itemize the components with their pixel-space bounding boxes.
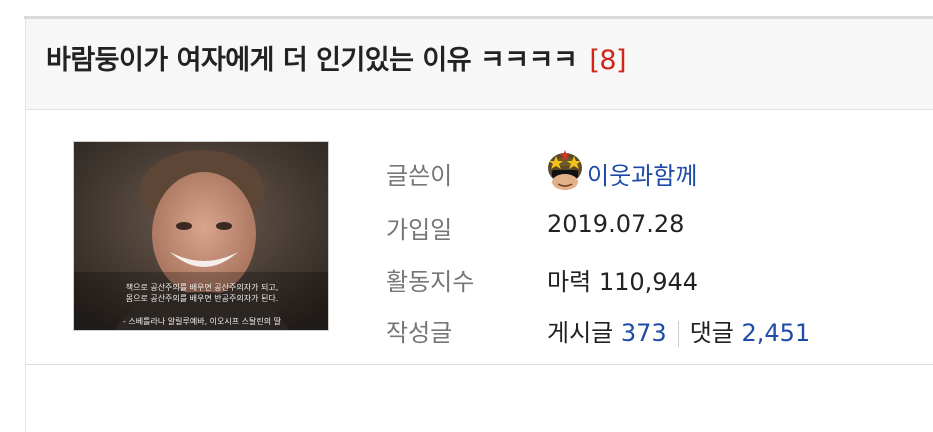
activity-value: 마력 110,944	[547, 262, 698, 297]
post-content-area	[25, 365, 933, 432]
author-label: 글쓴이	[386, 162, 453, 190]
stats-divider	[677, 321, 679, 347]
post-title: 바람둥이가 여자에게 더 인기있는 이유 ㅋㅋㅋㅋ [8]	[46, 38, 627, 77]
comment-count-link[interactable]: [8]	[589, 45, 626, 76]
joined-label: 가입일	[386, 216, 453, 244]
caption-line-1: 책으로 공산주의를 배우면 공산주의자가 되고,	[126, 282, 279, 292]
activity-prefix: 마력	[547, 268, 592, 296]
profile-photo: 책으로 공산주의를 배우면 공산주의자가 되고, 몸으로 공산주의를 배우면 반…	[74, 142, 328, 330]
posts-prefix: 게시글	[547, 319, 614, 347]
caption-line-3: - 스베틀라나 알릴루예바, 이오시프 스탈린의 딸	[123, 316, 282, 326]
post-title-text: 바람둥이가 여자에게 더 인기있는 이유 ㅋㅋㅋㅋ	[46, 45, 578, 76]
profile-image[interactable]: 책으로 공산주의를 배우면 공산주의자가 되고, 몸으로 공산주의를 배우면 반…	[73, 141, 329, 331]
author-name-link[interactable]: 이웃과함께	[587, 156, 697, 191]
activity-label: 활동지수	[386, 268, 475, 296]
activity-number: 110,944	[598, 268, 699, 296]
comments-prefix: 댓글	[689, 319, 734, 347]
comments-count-link[interactable]: 2,451	[742, 319, 811, 347]
posts-count-link[interactable]: 373	[621, 319, 667, 347]
joined-date: 2019.07.28	[547, 210, 685, 238]
caption-line-2: 몸으로 공산주의를 배우면 반공주의자가 된다.	[126, 293, 279, 303]
posts-stats: 게시글 373 댓글 2,451	[547, 313, 810, 348]
posts-label: 작성글	[386, 319, 453, 347]
author-avatar-icon[interactable]	[546, 146, 584, 198]
post-view: 바람둥이가 여자에게 더 인기있는 이유 ㅋㅋㅋㅋ [8] 책으로 공산주의를 …	[0, 0, 933, 432]
